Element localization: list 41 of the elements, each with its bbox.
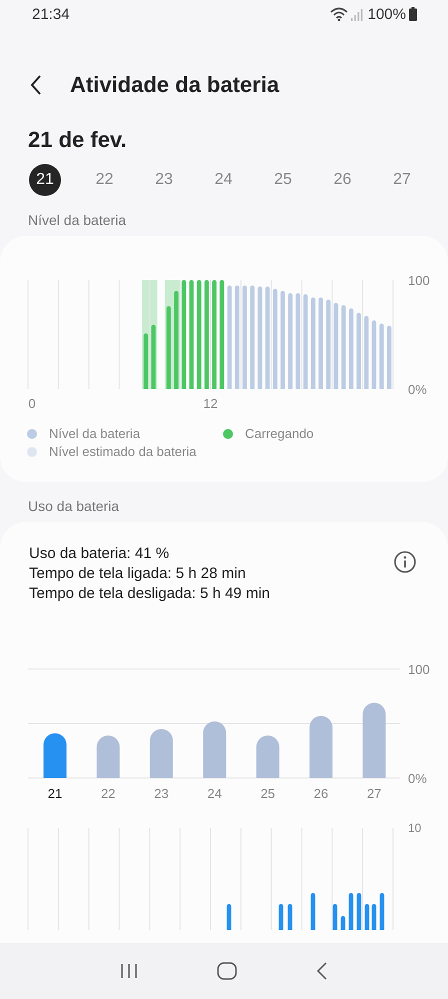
axis-label: 100 (408, 662, 430, 677)
usage-text: Tempo de tela ligada: 5 h 28 min (29, 565, 247, 582)
day-tab[interactable]: 21 (29, 164, 61, 196)
axis-label: 21 (48, 786, 62, 801)
wifi-icon (330, 7, 348, 21)
status-time: 21:34 (32, 6, 70, 22)
axis-label: 22 (100, 786, 116, 801)
usage-text: Uso da bateria: 41 % (29, 545, 170, 562)
day-tab[interactable]: 25 (267, 164, 299, 196)
info-icon[interactable] (393, 550, 417, 574)
axis-label: 10 (408, 821, 422, 835)
day-tab[interactable]: 27 (386, 164, 418, 196)
back-icon[interactable] (316, 962, 328, 980)
axis-label: 27 (366, 786, 382, 801)
legend-label: Carregando (245, 426, 314, 441)
axis-label: 0% (408, 771, 427, 786)
back-icon (30, 74, 42, 96)
date-heading: 21 de fev. (27, 127, 128, 153)
battery-icon (409, 7, 417, 21)
legend-label: Nível estimado da bateria (49, 444, 196, 459)
section-title: Uso da bateria (27, 498, 120, 514)
recent-apps-icon[interactable] (120, 963, 138, 979)
axis-label: 100 (408, 273, 430, 288)
axis-label: 25 (260, 786, 276, 801)
axis-label: 24 (207, 786, 222, 801)
axis-label: 12 (203, 396, 218, 411)
axis-label: 0% (408, 382, 427, 397)
battery-percent: 100% (368, 6, 406, 22)
day-tab[interactable]: 22 (88, 164, 120, 196)
day-tab[interactable]: 24 (208, 164, 240, 196)
usage-text: Tempo de tela desligada: 5 h 49 min (29, 585, 270, 602)
page-title: Atividade da bateria (70, 72, 280, 98)
axis-label: 23 (154, 786, 169, 801)
day-tab[interactable]: 26 (326, 164, 358, 196)
axis-label: 0 (28, 396, 36, 411)
axis-label: 26 (314, 786, 328, 801)
home-icon[interactable] (216, 962, 237, 980)
signal-icon (350, 8, 363, 20)
legend-label: Nível da bateria (49, 426, 140, 441)
section-title: Nível da bateria (27, 212, 128, 228)
day-tab[interactable]: 23 (148, 164, 180, 196)
